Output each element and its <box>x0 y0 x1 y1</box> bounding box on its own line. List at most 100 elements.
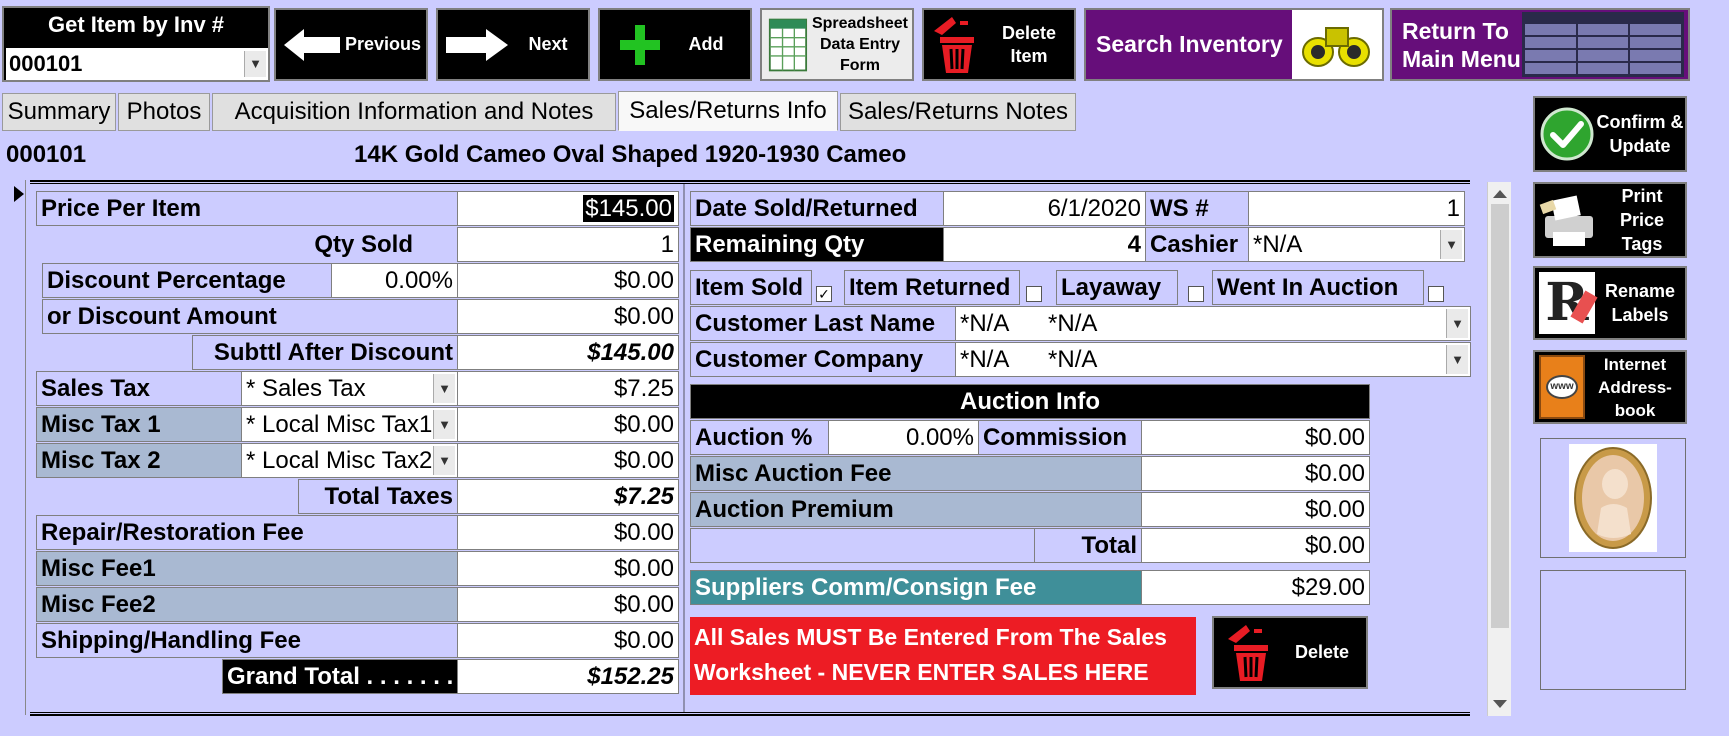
inv-number-combo[interactable]: 000101 ▼ <box>6 48 268 80</box>
misc-fee2-field[interactable]: $0.00 <box>457 587 679 622</box>
repair-label: Repair/Restoration Fee <box>36 515 458 550</box>
tab-summary-label: Summary <box>7 98 111 125</box>
next-label: Next <box>528 34 568 54</box>
misc-tax1-select-value: * Local Misc Tax1 <box>246 411 433 438</box>
internet-addressbook-button[interactable]: www Internet Address-book <box>1533 350 1687 424</box>
commission-value: $0.00 <box>1141 420 1370 455</box>
tab-sales-returns-notes[interactable]: Sales/Returns Notes <box>840 93 1076 131</box>
chevron-down-icon[interactable]: ▼ <box>244 51 266 77</box>
remaining-qty-value: 4 <box>943 227 1146 262</box>
misc-fee1-label: Misc Fee1 <box>36 551 458 586</box>
add-button[interactable]: Add <box>598 8 752 81</box>
confirm-update-button[interactable]: Confirm & Update <box>1533 96 1687 172</box>
misc-tax2-select[interactable]: * Local Misc Tax2 ▼ <box>241 443 458 478</box>
discount-pct-amount: $0.00 <box>457 263 679 298</box>
sales-warning-banner: All Sales MUST Be Entered From The Sales… <box>690 617 1196 695</box>
binoculars-icon-box <box>1292 10 1382 79</box>
discount-amount-field[interactable]: $0.00 <box>457 299 679 334</box>
price-per-item-value: $145.00 <box>583 195 674 222</box>
spreadsheet-icon <box>768 18 808 71</box>
vertical-scrollbar[interactable] <box>1487 182 1511 716</box>
scroll-down-arrow-icon[interactable] <box>1493 700 1507 708</box>
repair-field[interactable]: $0.00 <box>457 515 679 550</box>
tab-acquisition-label: Acquisition Information and Notes <box>234 98 594 125</box>
item-sold-label: Item Sold <box>690 270 812 305</box>
secondary-photo-slot[interactable] <box>1540 570 1686 690</box>
chevron-down-icon[interactable]: ▼ <box>1446 345 1468 374</box>
search-inventory-button[interactable]: Search Inventory <box>1084 8 1384 81</box>
checkmark-icon <box>1540 107 1594 161</box>
grand-total-label: Grand Total . . . . . . . <box>222 659 458 694</box>
rename-labels-button[interactable]: R Rename Labels <box>1533 266 1687 340</box>
auction-premium-field[interactable]: $0.00 <box>1141 492 1370 527</box>
ws-number-label: WS # <box>1145 191 1249 226</box>
chevron-down-icon[interactable]: ▼ <box>433 410 455 439</box>
date-sold-field[interactable]: 6/1/2020 <box>943 191 1146 226</box>
scroll-thumb[interactable] <box>1491 204 1509 628</box>
price-per-item-label: Price Per Item <box>36 191 458 226</box>
ws-number-field[interactable]: 1 <box>1248 191 1465 226</box>
item-sold-checkbox[interactable]: ✓ <box>816 286 832 302</box>
cashier-select[interactable]: *N/A ▼ <box>1248 227 1465 262</box>
misc-tax1-select[interactable]: * Local Misc Tax1 ▼ <box>241 407 458 442</box>
sales-tax-select[interactable]: * Sales Tax ▼ <box>241 371 458 406</box>
layaway-checkbox[interactable] <box>1188 286 1204 302</box>
subtotal-value: $145.00 <box>457 335 679 370</box>
tab-photos[interactable]: Photos <box>118 93 210 131</box>
printer-icon <box>1539 195 1593 246</box>
misc-auction-fee-field[interactable]: $0.00 <box>1141 456 1370 491</box>
discount-pct-field[interactable]: 0.00% <box>331 263 458 298</box>
customer-company-select[interactable]: *N/A *N/A ▼ <box>955 342 1471 377</box>
print-price-tags-label: Print Price Tags <box>1619 186 1665 254</box>
auction-info-header: Auction Info <box>690 384 1370 419</box>
previous-button[interactable]: Previous <box>274 8 428 81</box>
delete-item-button[interactable]: Delete Item <box>922 8 1076 81</box>
misc-fee1-field[interactable]: $0.00 <box>457 551 679 586</box>
chevron-down-icon[interactable]: ▼ <box>433 446 455 475</box>
chevron-down-icon[interactable]: ▼ <box>433 374 455 403</box>
remaining-qty-label: Remaining Qty <box>690 227 944 262</box>
rename-r-icon: R <box>1539 272 1598 334</box>
confirm-update-label: Confirm & Update <box>1596 112 1684 156</box>
item-photo[interactable] <box>1540 438 1686 558</box>
next-button[interactable]: Next <box>436 8 590 81</box>
tab-sales-returns-info[interactable]: Sales/Returns Info <box>618 91 838 131</box>
discount-amount-label: or Discount Amount <box>42 299 458 334</box>
scroll-up-arrow-icon[interactable] <box>1493 190 1507 198</box>
suppliers-fee-field[interactable]: $29.00 <box>1141 570 1370 605</box>
tab-acquisition[interactable]: Acquisition Information and Notes <box>212 93 616 131</box>
went-in-auction-label: Went In Auction <box>1212 270 1424 305</box>
tab-summary[interactable]: Summary <box>2 93 116 131</box>
auction-total-value: $0.00 <box>1141 528 1370 563</box>
print-price-tags-button[interactable]: Print Price Tags <box>1533 182 1687 258</box>
spreadsheet-form-button[interactable]: Spreadsheet Data Entry Form <box>760 8 914 81</box>
form-bottom-rule <box>30 712 1470 716</box>
customer-last-select[interactable]: *N/A *N/A ▼ <box>955 306 1471 341</box>
record-selector[interactable] <box>0 180 26 715</box>
chevron-down-icon[interactable]: ▼ <box>1446 309 1468 338</box>
misc-auction-fee-label: Misc Auction Fee <box>690 456 1142 491</box>
delete-button[interactable]: Delete <box>1212 616 1368 689</box>
rename-labels-label: Rename Labels <box>1604 281 1676 325</box>
tab-photos-label: Photos <box>126 98 202 125</box>
price-per-item-field[interactable]: $145.00 <box>457 191 679 226</box>
item-returned-checkbox[interactable] <box>1026 286 1042 302</box>
shipping-field[interactable]: $0.00 <box>457 623 679 658</box>
return-main-menu-button[interactable]: Return To Main Menu <box>1390 8 1690 81</box>
tab-sales-returns-notes-label: Sales/Returns Notes <box>847 98 1069 125</box>
sales-tax-value: $7.25 <box>457 371 679 406</box>
qty-sold-field[interactable]: 1 <box>457 227 679 262</box>
arrow-left-icon <box>284 28 340 61</box>
chevron-down-icon[interactable]: ▼ <box>1440 230 1462 259</box>
misc-tax2-select-value: * Local Misc Tax2 <box>246 447 433 474</box>
went-in-auction-checkbox[interactable] <box>1428 286 1444 302</box>
date-sold-label: Date Sold/Returned <box>690 191 944 226</box>
auction-pct-field[interactable]: 0.00% <box>828 420 979 455</box>
sales-warning-line1: All Sales MUST Be Entered From The Sales <box>694 624 1167 650</box>
item-title: 14K Gold Cameo Oval Shaped 1920-1930 Cam… <box>354 141 907 168</box>
header-inv-number: 000101 <box>6 141 87 168</box>
shipping-label: Shipping/Handling Fee <box>36 623 458 658</box>
return-main-menu-label: Return To Main Menu <box>1402 17 1521 72</box>
delete-item-label: Delete Item <box>1001 22 1057 66</box>
total-taxes-label: Total Taxes <box>298 479 458 514</box>
